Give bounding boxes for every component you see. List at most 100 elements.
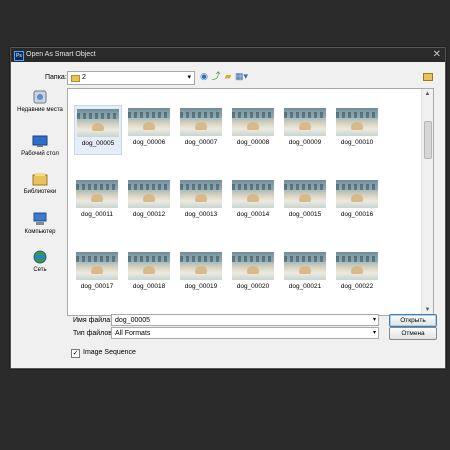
file-name: dog_00018 (132, 283, 166, 290)
filetype-value: All Formats (115, 330, 151, 337)
filename-label: Имя файла: (73, 317, 113, 324)
filetype-select[interactable]: All Formats ▾ (111, 327, 379, 339)
folder-select[interactable]: 2 ▾ (67, 71, 195, 85)
cancel-button[interactable]: Отмена (389, 327, 437, 340)
desktop-icon (32, 135, 48, 147)
thumbnail-image (232, 180, 274, 208)
thumbnail-image (76, 252, 118, 280)
file-thumbnail[interactable]: dog_00018 (126, 249, 172, 297)
network-icon (33, 250, 47, 264)
thumbnail-image (180, 180, 222, 208)
thumbnail-image (128, 180, 170, 208)
file-thumbnail[interactable]: dog_00017 (74, 249, 120, 297)
folder-name: 2 (82, 74, 86, 81)
places-bar: Недавние места Рабочий стол Библиотеки К… (17, 88, 63, 298)
thumbnail-image (284, 180, 326, 208)
file-thumbnail[interactable]: dog_00010 (334, 105, 380, 153)
thumbnail-image (180, 108, 222, 136)
file-name: dog_00016 (340, 211, 374, 218)
filetype-label: Тип файлов: (73, 330, 114, 337)
filetype-row: Тип файлов: All Formats ▾ Отмена (11, 327, 445, 340)
place-computer[interactable]: Компьютер (17, 212, 63, 236)
recent-places-icon (33, 90, 47, 104)
file-name: dog_00021 (288, 283, 322, 290)
file-thumbnail[interactable]: dog_00019 (178, 249, 224, 297)
place-label: Сеть (33, 267, 47, 273)
file-name: dog_00015 (288, 211, 322, 218)
file-thumbnail[interactable]: dog_00007 (178, 105, 224, 153)
thumbnail-image (76, 180, 118, 208)
thumbnail-image (128, 108, 170, 136)
file-thumbnail[interactable]: dog_00005 (74, 105, 122, 155)
open-button[interactable]: Открыть (389, 314, 437, 327)
place-label: Библиотеки (23, 189, 57, 195)
place-network[interactable]: Сеть (17, 250, 63, 274)
file-thumbnail[interactable]: dog_00014 (230, 177, 276, 225)
file-thumbnail[interactable]: dog_00020 (230, 249, 276, 297)
file-thumbnail[interactable]: dog_00009 (282, 105, 328, 153)
file-name: dog_00013 (184, 211, 218, 218)
photoshop-icon: Ps (14, 51, 24, 61)
place-label: Недавние места (17, 107, 63, 113)
thumbnail-image (128, 252, 170, 280)
file-name: dog_00008 (236, 139, 270, 146)
thumbnail-image (336, 180, 378, 208)
folder-label: Папка: (45, 74, 67, 81)
thumbnail-image (284, 252, 326, 280)
thumbnail-image (284, 108, 326, 136)
view-menu-icon[interactable]: ▦▾ (235, 71, 248, 81)
chevron-down-icon[interactable]: ▾ (373, 329, 376, 336)
thumbnail-image (180, 252, 222, 280)
file-thumbnail[interactable]: dog_00021 (282, 249, 328, 297)
filename-row: Имя файла: dog_00005 ▾ Открыть (11, 314, 445, 327)
file-name: dog_00010 (340, 139, 374, 146)
open-dialog: Ps Open As Smart Object ✕ Папка: 2 ▾ ◉ ⤴… (10, 47, 446, 369)
file-name: dog_00022 (340, 283, 374, 290)
file-thumbnail[interactable]: dog_00015 (282, 177, 328, 225)
file-name: dog_00011 (80, 211, 114, 218)
scroll-up-icon[interactable]: ▲ (422, 89, 433, 99)
image-sequence-checkbox[interactable]: ✓ (71, 349, 80, 358)
close-icon[interactable]: ✕ (433, 49, 441, 60)
file-thumbnail[interactable]: dog_00016 (334, 177, 380, 225)
folder-icon (71, 75, 80, 82)
file-thumbnail[interactable]: dog_00013 (178, 177, 224, 225)
thumbnail-image (77, 109, 119, 137)
place-libraries[interactable]: Библиотеки (17, 172, 63, 196)
file-name: dog_00006 (132, 139, 166, 146)
place-desktop[interactable]: Рабочий стол (17, 134, 63, 158)
file-name: dog_00009 (288, 139, 322, 146)
file-thumbnail[interactable]: dog_00022 (334, 249, 380, 297)
chevron-down-icon[interactable]: ▾ (373, 316, 376, 323)
dialog-title: Open As Smart Object (26, 51, 96, 58)
chevron-down-icon[interactable]: ▾ (187, 73, 191, 81)
place-label: Рабочий стол (21, 151, 59, 157)
title-bar: Ps Open As Smart Object ✕ (11, 48, 445, 62)
folder-row: Папка: 2 ▾ ◉ ⤴ ▰ ▦▾ (11, 68, 445, 85)
thumbnail-image (336, 252, 378, 280)
new-folder-icon[interactable]: ▰ (223, 71, 233, 81)
file-thumbnail[interactable]: dog_00012 (126, 177, 172, 225)
place-recent[interactable]: Недавние места (17, 90, 63, 114)
file-name: dog_00007 (184, 139, 218, 146)
scroll-thumb[interactable] (424, 121, 432, 159)
back-icon[interactable]: ◉ (199, 71, 209, 81)
file-name: dog_00019 (184, 283, 218, 290)
file-name: dog_00012 (132, 211, 166, 218)
file-name: dog_00014 (236, 211, 270, 218)
image-sequence-label: Image Sequence (83, 349, 136, 356)
computer-icon (33, 212, 47, 225)
file-thumbnail[interactable]: dog_00011 (74, 177, 120, 225)
vertical-scrollbar[interactable]: ▲ ▼ (421, 89, 433, 315)
thumbnail-image (232, 108, 274, 136)
file-name: dog_00017 (80, 283, 114, 290)
up-folder-icon[interactable]: ⤴ (211, 71, 221, 81)
filename-input[interactable]: dog_00005 ▾ (111, 314, 379, 326)
file-thumbnail[interactable]: dog_00008 (230, 105, 276, 153)
file-list[interactable]: dog_00005 dog_00006 dog_00007 dog_00008 dog_… (67, 88, 434, 316)
thumbnail-image (232, 252, 274, 280)
filename-value: dog_00005 (115, 317, 151, 324)
file-thumbnail[interactable]: dog_00006 (126, 105, 172, 153)
libraries-icon (32, 173, 48, 186)
folder-icon[interactable] (423, 73, 433, 81)
